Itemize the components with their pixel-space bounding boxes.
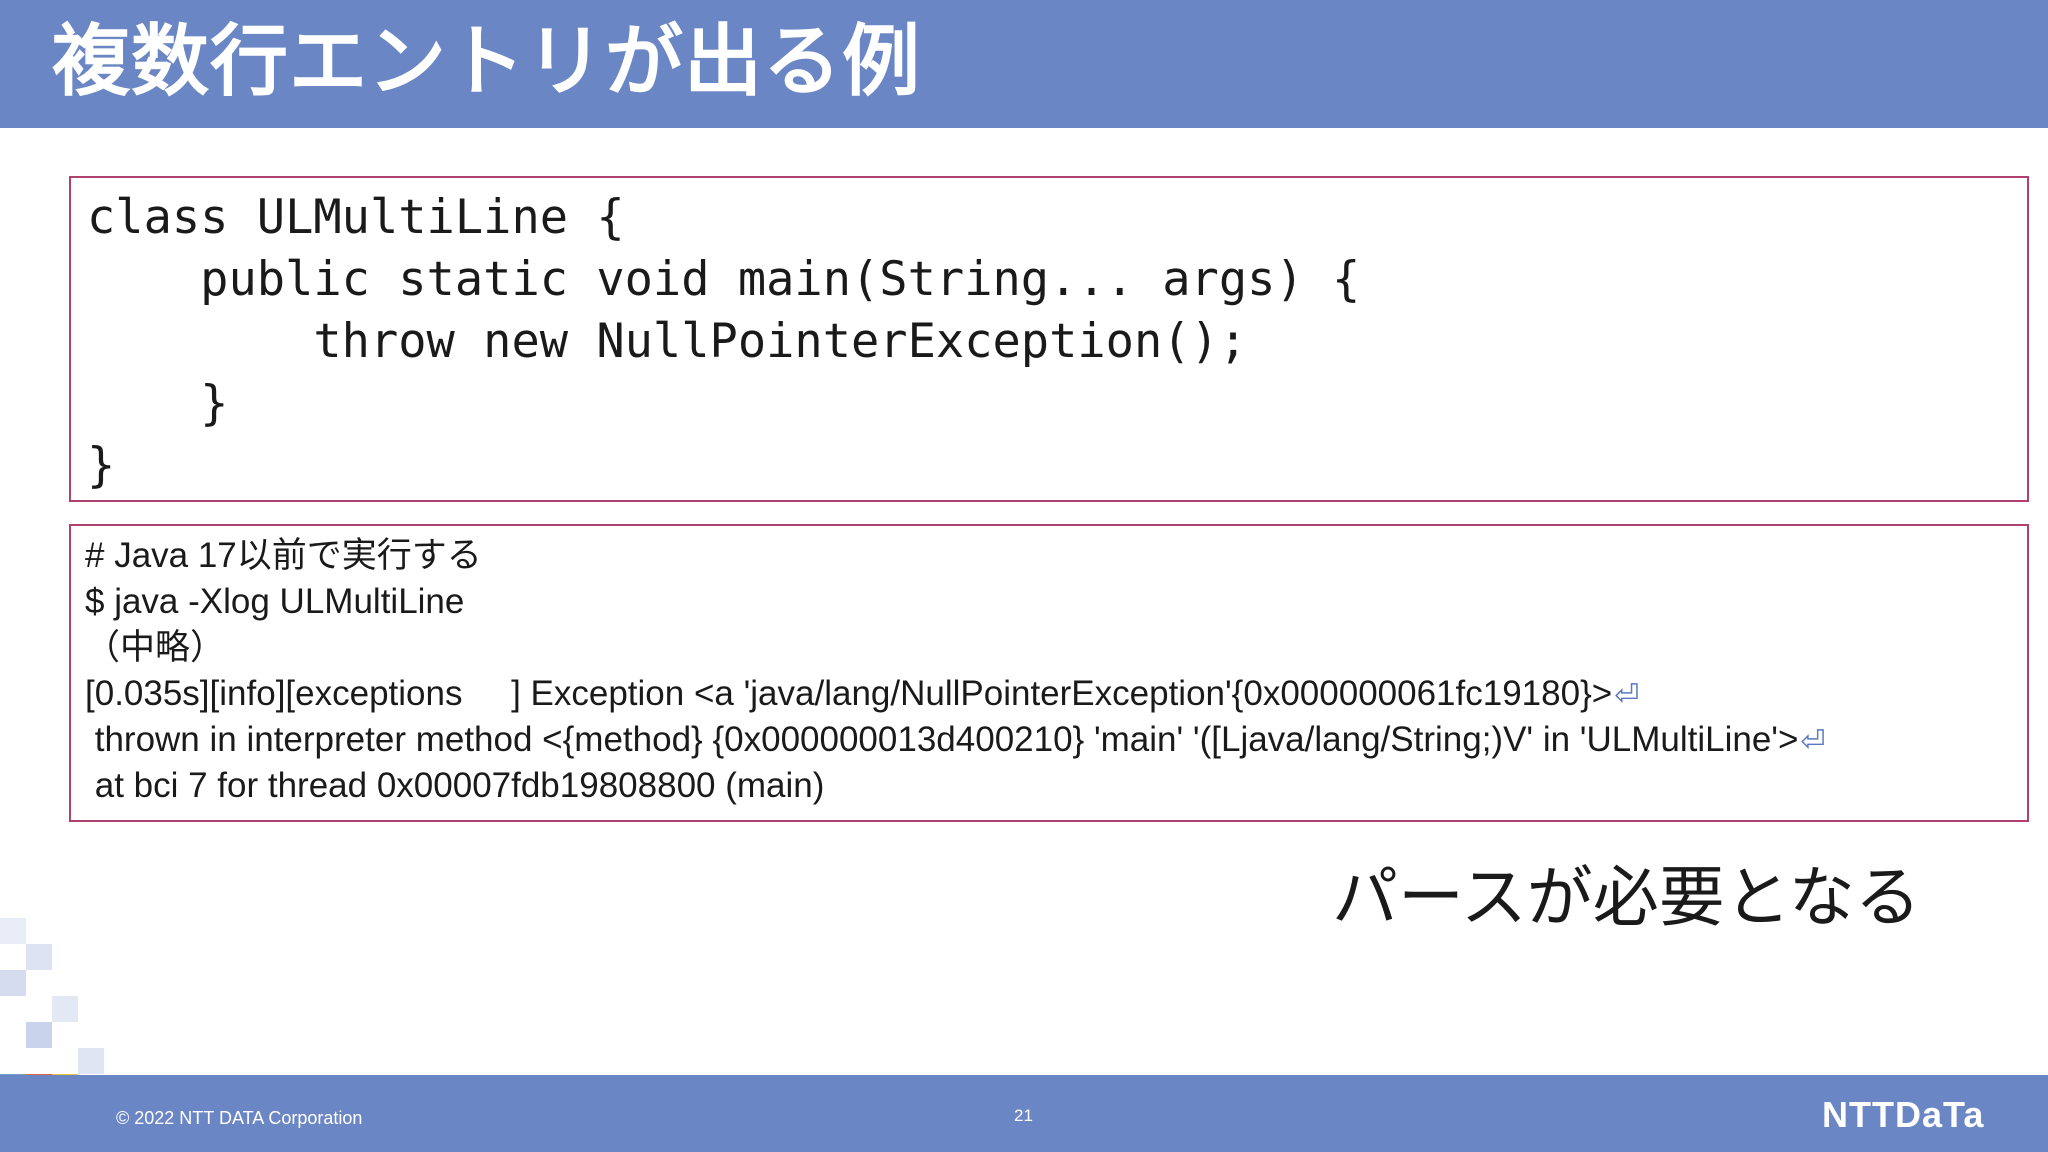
code-line: } bbox=[87, 376, 229, 431]
slide-title: 複数行エントリが出る例 bbox=[52, 17, 922, 107]
code-line: } bbox=[87, 438, 116, 493]
log-omitted-line: （中略） bbox=[85, 628, 226, 667]
note-text: パースが必要となる bbox=[1332, 859, 1921, 936]
log-entry-line: thrown in interpreter method <{method} {… bbox=[85, 718, 1826, 764]
log-comment-line: # Java 17以前で実行する bbox=[85, 536, 482, 575]
code-line: class ULMultiLine { bbox=[87, 190, 625, 245]
return-icon: ⏎ bbox=[1800, 725, 1826, 758]
code-block: class ULMultiLine { public static void m… bbox=[69, 176, 2029, 502]
log-entry-line: at bci 7 for thread 0x00007fdb19808800 (… bbox=[85, 766, 825, 805]
log-entry-text: thrown in interpreter method <{method} {… bbox=[85, 720, 1799, 759]
log-output-block: # Java 17以前で実行する $ java -Xlog ULMultiLin… bbox=[69, 524, 2029, 822]
copyright-text: © 2022 NTT DATA Corporation bbox=[116, 1108, 363, 1128]
return-icon: ⏎ bbox=[1614, 679, 1640, 712]
ntt-data-logo: NTTDaTa bbox=[1822, 1094, 1985, 1135]
page-number: 21 bbox=[1014, 1106, 1033, 1125]
log-entry-line: [0.035s][info][exceptions ] Exception <a… bbox=[85, 672, 1639, 718]
code-line: throw new NullPointerException(); bbox=[87, 314, 1248, 369]
code-line: public static void main(String... args) … bbox=[87, 252, 1361, 307]
log-entry-text: [0.035s][info][exceptions ] Exception <a… bbox=[85, 674, 1613, 713]
log-command-line: $ java -Xlog ULMultiLine bbox=[85, 582, 465, 621]
